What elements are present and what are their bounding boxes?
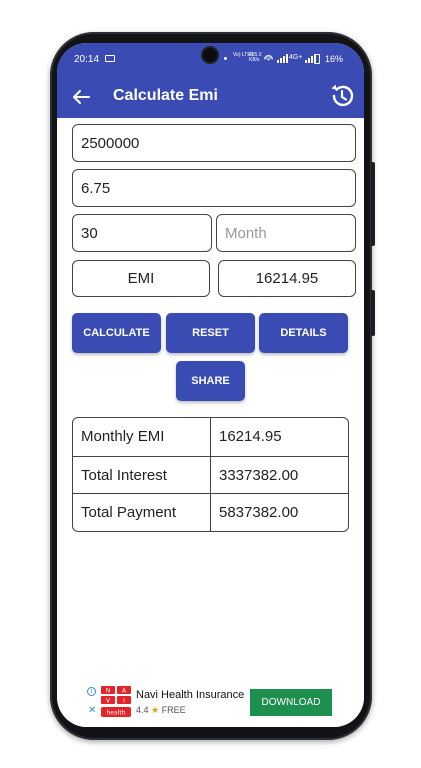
status-time: 20:14 xyxy=(74,54,100,65)
table-row: Monthly EMI 16214.95 xyxy=(73,418,348,456)
ad-rating: 4.4 ★ FREE xyxy=(136,705,186,716)
logo-letter: N xyxy=(106,688,111,695)
navi-logo-icon: N A V I health xyxy=(101,686,131,717)
ad-banner[interactable]: i ✕ N A V I health Navi Health Insurance… xyxy=(57,677,364,727)
logo-word: health xyxy=(107,710,126,717)
ad-close-icon[interactable]: ✕ xyxy=(88,705,96,716)
history-icon[interactable] xyxy=(328,82,356,110)
logo-letter: I xyxy=(123,698,125,705)
reset-button[interactable]: RESET xyxy=(166,313,255,353)
page-title: Calculate Emi xyxy=(113,87,218,104)
back-arrow-icon[interactable] xyxy=(69,85,93,109)
ad-rating-value: 4.4 xyxy=(136,705,149,715)
share-button[interactable]: SHARE xyxy=(176,361,245,401)
table-row: Total Payment 5837382.00 xyxy=(73,493,348,532)
status-bar: 20:14 Vo) LTE1 455.0 KB/s 4G+ 16% xyxy=(57,43,364,75)
net-speed: 455.0 KB/s xyxy=(249,53,262,63)
download-button[interactable]: DOWNLOAD xyxy=(250,689,332,716)
row-label: Total Payment xyxy=(73,494,211,532)
net-speed-unit: KB/s xyxy=(249,57,260,63)
power-button xyxy=(371,290,375,336)
emi-label: EMI xyxy=(127,270,155,287)
details-button[interactable]: DETAILS xyxy=(259,313,348,353)
row-value: 3337382.00 xyxy=(219,466,299,484)
screen: 20:14 Vo) LTE1 455.0 KB/s 4G+ 16% Calcul… xyxy=(57,43,364,727)
result-table: Monthly EMI 16214.95 Total Interest 3337… xyxy=(72,417,349,533)
emi-value-box: 16214.95 xyxy=(218,260,356,297)
star-icon: ★ xyxy=(151,705,160,715)
emi-label-box: EMI xyxy=(72,260,210,297)
tenure-unit-input[interactable] xyxy=(225,224,355,242)
network-type: 4G+ xyxy=(289,54,303,61)
rate-field[interactable] xyxy=(72,169,356,207)
rate-input[interactable] xyxy=(81,179,355,197)
ad-info-icon[interactable]: i xyxy=(87,687,96,696)
screen-cast-icon xyxy=(105,55,115,62)
volume-button xyxy=(371,162,375,246)
ad-price: FREE xyxy=(161,705,186,715)
principal-input[interactable] xyxy=(81,134,355,152)
ad-app-name[interactable]: Navi Health Insurance xyxy=(136,689,244,701)
row-value: 5837382.00 xyxy=(219,504,299,522)
tenure-input[interactable] xyxy=(81,224,211,242)
notification-dot-icon xyxy=(224,57,227,60)
tenure-unit-field[interactable] xyxy=(216,214,356,252)
row-label: Monthly EMI xyxy=(73,418,211,456)
calculate-button[interactable]: CALCULATE xyxy=(72,313,161,353)
emi-value: 16214.95 xyxy=(255,270,319,287)
battery-icon xyxy=(314,54,320,64)
hotspot-icon xyxy=(264,54,273,66)
app-bar: Calculate Emi xyxy=(57,75,364,118)
row-value: 16214.95 xyxy=(219,428,282,446)
table-row: Total Interest 3337382.00 xyxy=(73,455,348,494)
tenure-field[interactable] xyxy=(72,214,212,252)
battery-percent: 16% xyxy=(325,54,344,64)
principal-field[interactable] xyxy=(72,124,356,162)
front-camera xyxy=(203,48,217,62)
signal-icon xyxy=(277,54,288,63)
row-label: Total Interest xyxy=(73,456,211,494)
